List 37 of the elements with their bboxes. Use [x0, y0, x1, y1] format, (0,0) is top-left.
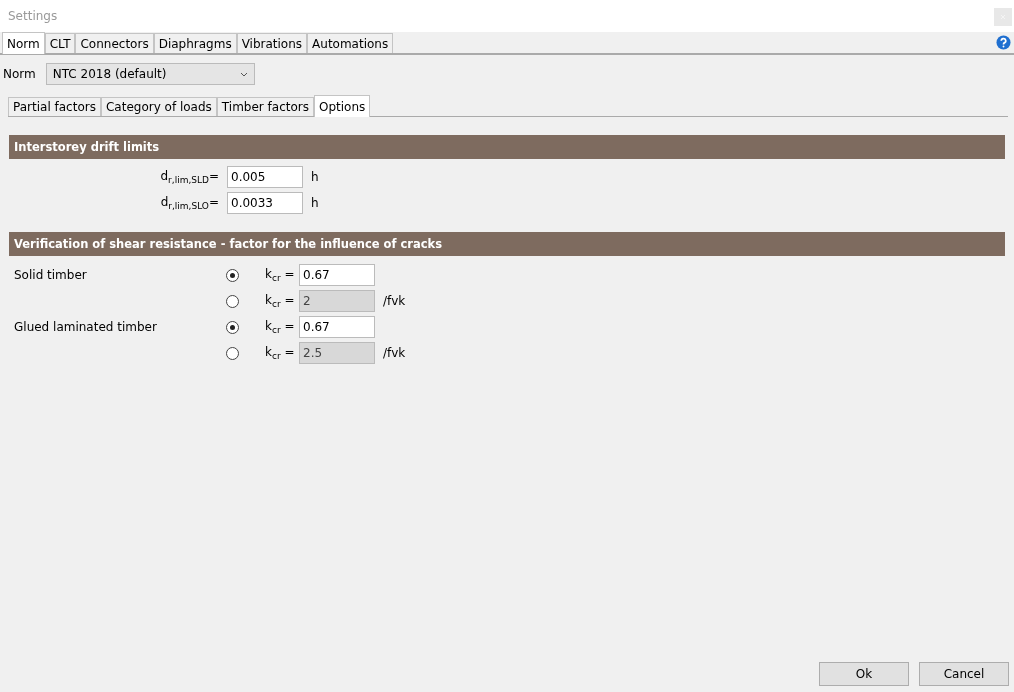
chevron-icon — [239, 71, 248, 77]
tab[interactable]: Vibrations — [236, 33, 308, 53]
symbol-label: k$_{cr}$ = — [265, 344, 296, 362]
radio-button[interactable] — [226, 320, 239, 334]
dialog-button[interactable]: Cancel — [919, 662, 1009, 686]
help-icon[interactable] — [996, 35, 1011, 50]
tab[interactable]: Diaphragms — [153, 33, 237, 53]
section-header: Interstorey drift limits — [9, 135, 1005, 159]
window-title: Settings — [8, 9, 58, 23]
input-field[interactable]: 0.0033 — [227, 192, 303, 214]
symbol-label: k$_{cr}$ = — [265, 266, 296, 284]
field-label: d$_{r,lim,SLO}$= — [159, 194, 219, 212]
unit-label: h — [311, 170, 319, 184]
unit-label: /fvk — [383, 294, 406, 308]
tab[interactable]: Automations — [307, 33, 394, 53]
tab[interactable]: CLT — [44, 33, 76, 53]
tab[interactable]: Partial factors — [8, 97, 101, 116]
input-field[interactable]: 0.005 — [227, 166, 303, 188]
tab[interactable]: Options — [314, 95, 371, 117]
input-field[interactable]: 0.67 — [299, 316, 375, 338]
tab[interactable]: Timber factors — [216, 97, 314, 116]
symbol-label: k$_{cr}$ = — [265, 292, 296, 310]
row-label: Solid timber — [14, 268, 87, 282]
dialog-button[interactable]: Ok — [819, 662, 909, 686]
unit-label: /fvk — [383, 346, 406, 360]
field-label: d$_{r,lim,SLD}$= — [159, 168, 219, 186]
input-field[interactable]: 0.67 — [299, 264, 375, 286]
tab[interactable]: Norm — [2, 32, 45, 54]
symbol-label: k$_{cr}$ = — [265, 318, 296, 336]
section-header: Verification of shear resistance - factor for the influence of cracks — [9, 232, 1005, 256]
unit-label: h — [311, 196, 319, 210]
radio-button[interactable] — [226, 268, 239, 282]
row-label: Glued laminated timber — [14, 320, 157, 334]
norm-dropdown[interactable]: NTC 2018 (default) — [45, 63, 255, 85]
tab[interactable]: Connectors — [75, 33, 154, 53]
norm-label: Norm — [3, 67, 36, 81]
tab[interactable]: Category of loads — [100, 97, 217, 116]
